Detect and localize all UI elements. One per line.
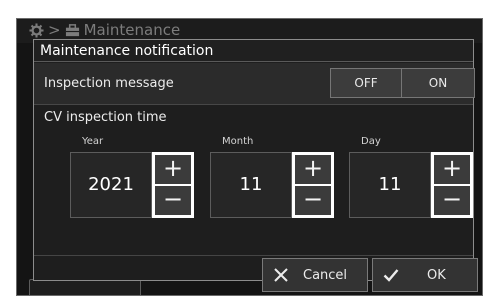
breadcrumb: > Maintenance	[29, 21, 180, 39]
year-field: Year 2021 + −	[70, 136, 202, 222]
on-button[interactable]: ON	[401, 68, 475, 98]
day-increment-button[interactable]: +	[434, 155, 470, 184]
close-icon	[274, 268, 288, 282]
inspection-message-row: Inspection message OFF ON	[34, 63, 475, 105]
month-value[interactable]: 11	[210, 152, 292, 218]
day-decrement-button[interactable]: −	[434, 186, 470, 215]
day-label: Day	[361, 136, 381, 147]
footer-divider	[34, 255, 473, 256]
year-increment-button[interactable]: +	[155, 155, 191, 184]
breadcrumb-label: Maintenance	[83, 21, 181, 39]
breadcrumb-separator: >	[48, 21, 61, 39]
month-stepper: + −	[292, 152, 334, 218]
day-field: Day 11 + −	[349, 136, 481, 222]
maintenance-notification-dialog: Maintenance notification Inspection mess…	[33, 39, 478, 292]
toolbox-icon	[65, 23, 79, 36]
screen-frame: > Maintenance Maintenance notification I…	[16, 18, 483, 296]
inspection-message-label: Inspection message	[44, 76, 174, 91]
month-label: Month	[222, 136, 254, 147]
year-stepper: + −	[152, 152, 194, 218]
day-value[interactable]: 11	[349, 152, 431, 218]
year-label: Year	[82, 136, 104, 147]
year-decrement-button[interactable]: −	[155, 186, 191, 215]
month-field: Month 11 + −	[210, 136, 342, 222]
inspection-message-toggle: OFF ON	[330, 68, 475, 98]
cancel-button[interactable]: Cancel	[262, 258, 368, 292]
cv-inspection-time-label: CV inspection time	[44, 110, 167, 125]
month-decrement-button[interactable]: −	[295, 186, 331, 215]
background-tab	[29, 279, 141, 295]
checkmark-icon	[383, 269, 399, 282]
year-value[interactable]: 2021	[70, 152, 152, 218]
off-button[interactable]: OFF	[330, 68, 402, 98]
ok-label: OK	[427, 267, 446, 283]
day-stepper: + −	[431, 152, 473, 218]
dialog-title: Maintenance notification	[34, 40, 473, 62]
month-increment-button[interactable]: +	[295, 155, 331, 184]
gear-icon	[29, 22, 44, 38]
cancel-label: Cancel	[303, 267, 348, 283]
ok-button[interactable]: OK	[372, 258, 478, 292]
